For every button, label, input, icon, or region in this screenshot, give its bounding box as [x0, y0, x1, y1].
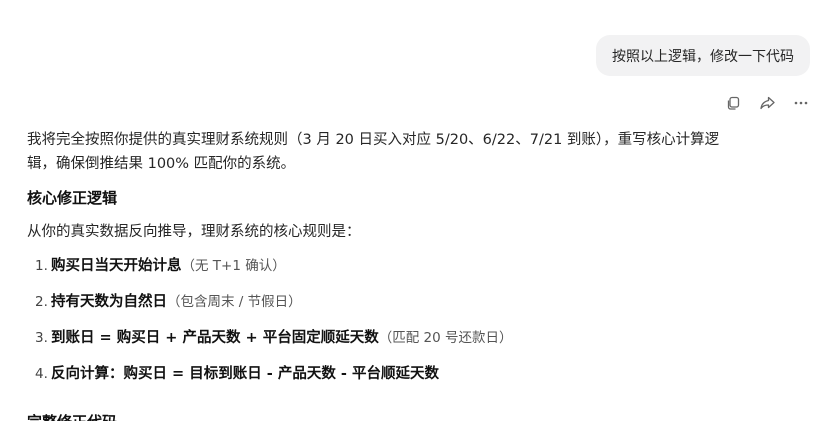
rule-note: （无 T+1 确认）	[181, 258, 286, 274]
rule-note: （匹配 20 号还款日）	[378, 330, 513, 346]
user-message-bubble: 按照以上逻辑，修改一下代码	[596, 35, 810, 76]
list-number: 4.	[35, 366, 48, 382]
copy-button[interactable]	[724, 94, 742, 112]
derive-paragraph: 从你的真实数据反向推导，理财系统的核心规则是：	[27, 224, 361, 240]
rule-bold-text: 到账日 = 购买日 + 产品天数 + 平台固定顺延天数	[51, 330, 379, 346]
user-message-text: 按照以上逻辑，修改一下代码	[612, 48, 794, 65]
section-heading: 核心修正逻辑	[27, 189, 118, 207]
rule-note: （包含周末 / 节假日）	[167, 294, 302, 310]
intro-paragraph: 我将完全按照你提供的真实理财系统规则（3 月 20 日买入对应 5/20、6/2…	[27, 128, 807, 176]
intro-line-1: 我将完全按照你提供的真实理财系统规则（3 月 20 日买入对应 5/20、6/2…	[27, 132, 720, 148]
list-number: 2.	[35, 294, 48, 310]
assistant-answer: 我将完全按照你提供的真实理财系统规则（3 月 20 日买入对应 5/20、6/2…	[27, 128, 807, 398]
rule-bold-text: 持有天数为自然日	[51, 294, 167, 310]
message-actions	[724, 94, 810, 112]
rule-list: 1. 购买日当天开始计息 （无 T+1 确认） 2. 持有天数为自然日 （包含周…	[27, 254, 807, 386]
list-number: 1.	[35, 258, 48, 274]
copy-icon	[727, 96, 740, 110]
list-item: 4. 反向计算：购买日 = 目标到账日 - 产品天数 - 平台顺延天数	[27, 362, 807, 386]
rule-bold-text: 反向计算：购买日 = 目标到账日 - 产品天数 - 平台顺延天数	[51, 366, 439, 382]
more-button[interactable]	[792, 94, 810, 112]
list-item: 2. 持有天数为自然日 （包含周末 / 节假日）	[27, 290, 807, 314]
next-section-heading: 完整修正代码	[27, 412, 117, 421]
intro-line-2: 辑，确保倒推结果 100% 匹配你的系统。	[27, 156, 296, 172]
share-icon	[759, 96, 775, 110]
rule-bold-text: 购买日当天开始计息	[51, 258, 182, 274]
share-button[interactable]	[758, 94, 776, 112]
chat-page: 按照以上逻辑，修改一下代码 我将完全按照你提供的真实理财系统规则（3 月 20 …	[0, 0, 830, 421]
list-number: 3.	[35, 330, 48, 346]
list-item: 3. 到账日 = 购买日 + 产品天数 + 平台固定顺延天数 （匹配 20 号还…	[27, 326, 807, 350]
more-icon	[794, 101, 808, 105]
list-item: 1. 购买日当天开始计息 （无 T+1 确认）	[27, 254, 807, 278]
